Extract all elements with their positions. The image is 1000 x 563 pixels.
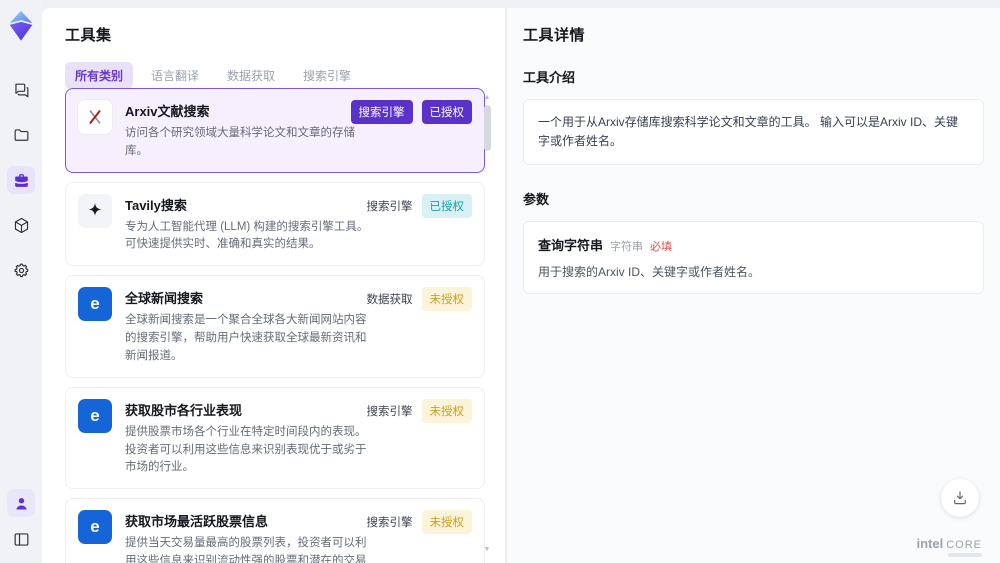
detail-title: 工具详情 [523,27,586,44]
auth-status-badge: 已授权 [421,193,472,218]
category-badge: 搜索引擎 [366,200,413,213]
tab-all-categories[interactable]: 所有类别 [65,62,134,89]
brand-core: CORE [946,539,982,551]
tool-list: Arxiv文献搜索 访问各个研究领域大量科学论文和文章的存储库。 搜索引擎 已授… [65,88,485,563]
list-scrollbar[interactable]: ▲ ▼ [482,94,492,553]
category-badge: 数据获取 [366,294,413,307]
param-required-badge: 必填 [650,241,673,254]
intro-card: 一个用于从Arxiv存储库搜索科学论文和文章的工具。 输入可以是Arxiv ID… [523,99,984,166]
arxiv-logo-icon [78,100,112,134]
app-logo [7,10,35,42]
auth-status-badge: 未授权 [421,510,472,535]
page-title: 工具集 [65,27,112,44]
tool-name: Arxiv文献搜索 [125,104,210,119]
param-name: 查询字符串 [538,238,604,254]
category-tabs: 所有类别 语言翻译 数据获取 搜索引擎 [65,62,505,89]
intel-core-logo: intel CORE [916,536,982,551]
category-badge: 搜索引擎 [350,100,413,124]
tool-description: 全球新闻搜索是一个聚合全球各大新闻网站内容的搜索引擎，帮助用户快速获取全球最新资… [125,314,367,362]
tool-description: 提供股票市场各个行业在特定时间段内的表现。投资者可以利用这些信息来识别表现优于或… [125,425,367,474]
params-heading: 参数 [523,192,550,208]
tool-list-panel: 工具集 所有类别 语言翻译 数据获取 搜索引擎 Arxiv文献搜索 访问各个研究… [42,8,505,563]
tool-detail-panel: 工具详情 工具介绍 一个用于从Arxiv存储库搜索科学论文和文章的工具。 输入可… [506,8,1000,563]
auth-status-badge: 未授权 [421,287,472,312]
tab-search-engine[interactable]: 搜索引擎 [293,62,361,89]
tavily-star-icon [78,193,112,228]
tool-name: Tavily搜索 [125,197,187,213]
tool-card-tavily[interactable]: Tavily搜索 专为人工智能代理 (LLM) 构建的搜索引擎工具。可快速提供实… [65,181,485,267]
tool-card-arxiv[interactable]: Arxiv文献搜索 访问各个研究领域大量科学论文和文章的存储库。 搜索引擎 已授… [65,88,485,173]
tool-name: 获取股市各行业表现 [125,402,243,418]
folder-icon[interactable] [7,121,35,149]
parameter-card: 查询字符串 字符串 必填 用于搜索的Arxiv ID、关键字或作者姓名。 [523,221,984,295]
param-description: 用于搜索的Arxiv ID、关键字或作者姓名。 [538,265,761,280]
category-badge: 搜索引擎 [366,405,413,418]
tool-card-global-news[interactable]: e 全球新闻搜索 全球新闻搜索是一个聚合全球各大新闻网站内容的搜索引擎，帮助用户… [65,275,485,378]
gear-icon[interactable] [7,256,35,284]
icon-glyph: e [90,405,100,425]
intro-text: 一个用于从Arxiv存储库搜索科学论文和文章的工具。 输入可以是Arxiv ID… [538,115,959,149]
news-app-icon: e [78,287,112,322]
tool-card-active-stocks[interactable]: e 获取市场最活跃股票信息 提供当天交易量最高的股票列表，投资者可以利用这些信息… [65,498,485,563]
param-type: 字符串 [610,241,644,254]
news-app-icon: e [78,510,112,545]
user-icon[interactable] [7,489,35,517]
cube-icon[interactable] [7,211,35,239]
tool-card-sector-performance[interactable]: e 获取股市各行业表现 提供股票市场各个行业在特定时间段内的表现。投资者可以利用… [65,386,485,490]
scroll-up-icon[interactable]: ▲ [484,94,491,101]
icon-glyph: e [90,294,100,314]
layout-panel-icon[interactable] [7,525,35,553]
auth-status-badge: 未授权 [421,398,472,423]
tool-description: 提供当天交易量最高的股票列表，投资者可以利用这些信息来识别流动性强的股票和潜在的… [125,537,367,563]
toolbox-briefcase-icon[interactable] [7,166,35,194]
category-badge: 搜索引擎 [366,517,413,530]
tool-description: 访问各个研究领域大量科学论文和文章的存储库。 [125,127,355,157]
app-rail [0,0,42,563]
scrollbar-thumb[interactable] [483,105,491,151]
download-button[interactable] [941,479,979,517]
chat-icon[interactable] [7,76,35,104]
auth-status-badge: 已授权 [421,100,472,124]
tab-language-translation[interactable]: 语言翻译 [141,62,209,89]
intro-heading: 工具介绍 [523,70,576,85]
tool-name: 获取市场最活跃股票信息 [125,514,269,530]
news-app-icon: e [78,398,112,433]
icon-glyph: e [90,517,100,537]
scroll-down-icon[interactable]: ▼ [484,546,491,553]
brand-intel: intel [916,536,944,551]
tool-description: 专为人工智能代理 (LLM) 构建的搜索引擎工具。可快速提供实时、准确和真实的结… [125,220,369,251]
tool-name: 全球新闻搜索 [125,291,204,307]
tab-data-acquisition[interactable]: 数据获取 [217,62,285,89]
brand-sub-mark [948,553,982,557]
